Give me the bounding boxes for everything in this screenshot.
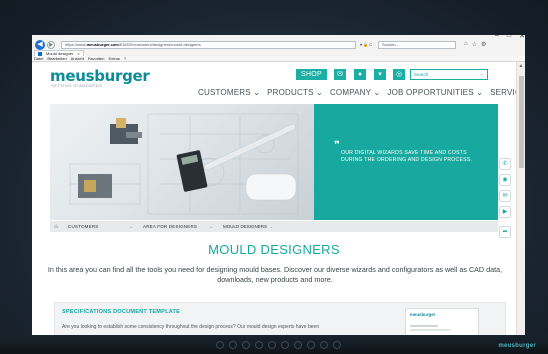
home-icon[interactable]: ⌂ (50, 224, 62, 230)
url-input[interactable]: https://www.meusburger.com/EN/DE/custome… (61, 40, 356, 49)
monitor-button-row (216, 341, 341, 349)
newsletter-button[interactable]: ✉ (499, 190, 511, 202)
site-search-input[interactable]: Search ⌄ (410, 69, 488, 80)
account-button[interactable]: ● (354, 69, 366, 80)
phone-button[interactable]: ✆ (499, 158, 511, 170)
monitor-brand-logo: meusburger (498, 343, 536, 349)
shop-button[interactable]: SHOP (296, 69, 327, 80)
url-controls[interactable]: ▾ 🔒 C (360, 42, 378, 47)
menu-file[interactable]: Datei (34, 56, 43, 61)
browser-search-input[interactable]: Suchen... (378, 40, 456, 49)
chevron-down-icon: ⌄ (479, 71, 484, 77)
favicon-icon (38, 51, 42, 56)
nav-customers[interactable]: CUSTOMERS ⌄ (198, 88, 260, 97)
gear-icon[interactable]: ⚙ (481, 41, 486, 48)
chevron-down-icon: ⌄ (209, 224, 213, 229)
star-icon[interactable]: ☆ (472, 41, 477, 48)
video-button[interactable]: ▶ (499, 206, 511, 218)
back-arrow-icon: ◀ (37, 40, 43, 48)
url-domain: meusburger.com (86, 41, 119, 47)
chevron-down-icon: ⌄ (269, 224, 273, 229)
menu-favorites[interactable]: Favoriten (88, 56, 105, 61)
site-search-placeholder: Search (414, 72, 429, 77)
nav-service[interactable]: SERVICE ⌄ (490, 88, 516, 97)
monitor-button (294, 341, 302, 349)
hero-quote-panel: ❞ OUR DIGITAL WIZARDS SAVE TIME AND COST… (314, 104, 498, 220)
menu-view[interactable]: Ansicht (71, 56, 84, 61)
contact-button[interactable]: ✉ (334, 69, 346, 80)
monitor-button (229, 341, 237, 349)
nav-company[interactable]: COMPANY ⌄ (330, 88, 380, 97)
nav-products[interactable]: PRODUCTS ⌄ (267, 88, 323, 97)
share-button[interactable]: ➦ (499, 226, 511, 238)
url-path: /EN/DE/customers/designers/mould-designe… (118, 41, 201, 47)
menu-edit[interactable]: Bearbeiten (47, 56, 66, 61)
web-page: meusburger SETTING STANDARDS SHOP ✉ ● ▾ … (32, 62, 516, 335)
breadcrumb: ⌂ CUSTOMERS ⌄ AREA FOR DESIGNERS ⌄ MOULD… (50, 221, 498, 232)
menu-tools[interactable]: Extras (109, 56, 120, 61)
intro-text: In this area you can find all the tools … (47, 265, 503, 284)
page-scrollbar[interactable]: ▲ (516, 62, 525, 335)
breadcrumb-label: AREA FOR DESIGNERS (143, 224, 198, 229)
breadcrumb-mould-designers[interactable]: MOULD DESIGNERS ⌄ (217, 224, 273, 229)
hero-quote-text: OUR DIGITAL WIZARDS SAVE TIME AND COSTS … (341, 150, 473, 163)
language-button[interactable]: ◎ (393, 69, 405, 80)
hero-image (50, 104, 314, 220)
card-thumbnail: meusburger (405, 308, 479, 335)
breadcrumb-customers[interactable]: CUSTOMERS ⌄ (62, 224, 137, 229)
breadcrumb-label: CUSTOMERS (68, 224, 99, 229)
scrollbar-thumb[interactable] (519, 76, 524, 168)
cart-button[interactable]: ▾ (374, 69, 386, 80)
menu-help[interactable]: ? (124, 56, 126, 61)
browser-toolbar: ⌂ ☆ ⚙ (464, 41, 486, 48)
home-icon[interactable]: ⌂ (464, 41, 468, 48)
thumbnail-line (410, 329, 450, 331)
monitor-button (242, 341, 250, 349)
card-text: Are you looking to establish some consis… (62, 324, 320, 330)
specifications-card[interactable]: SPECIFICATIONS DOCUMENT TEMPLATE Are you… (54, 302, 506, 335)
monitor-button (216, 341, 224, 349)
location-button[interactable]: ◉ (499, 174, 511, 186)
site-tagline: SETTING STANDARDS (51, 83, 103, 88)
user-icon: ● (357, 71, 363, 78)
monitor-button (333, 341, 341, 349)
url-prefix: https://www. (65, 41, 87, 47)
cart-icon: ▾ (378, 71, 382, 78)
browser-window: – □ ✕ ◀ ▶ https://www.meusburger.com/EN/… (32, 35, 525, 335)
forward-arrow-icon: ▶ (49, 41, 53, 48)
back-button[interactable]: ◀ (35, 39, 45, 50)
side-action-bar: ✆ ◉ ✉ ▶ ➦ (499, 158, 511, 238)
phone-icon: ✆ (502, 161, 508, 167)
monitor-button (268, 341, 276, 349)
quote-icon: ❞ (334, 140, 340, 151)
thumbnail-line (410, 325, 438, 327)
play-icon: ▶ (502, 209, 508, 215)
monitor-button (255, 341, 263, 349)
globe-icon: ◎ (395, 71, 403, 78)
monitor-button (307, 341, 315, 349)
technical-drawing-illustration (69, 113, 299, 215)
address-bar: ◀ ▶ https://www.meusburger.com/EN/DE/cus… (32, 39, 525, 50)
breadcrumb-area-for-designers[interactable]: AREA FOR DESIGNERS ⌄ (137, 224, 217, 229)
main-navigation: CUSTOMERS ⌄ PRODUCTS ⌄ COMPANY ⌄ JOB OPP… (198, 88, 516, 97)
share-icon: ➦ (502, 229, 508, 235)
chevron-down-icon: ⌄ (129, 224, 133, 229)
nav-job-opportunities[interactable]: JOB OPPORTUNITIES ⌄ (387, 88, 483, 97)
hero-banner: ❞ OUR DIGITAL WIZARDS SAVE TIME AND COST… (50, 104, 498, 220)
scroll-up-icon[interactable]: ▲ (517, 62, 525, 70)
location-icon: ◉ (502, 177, 508, 183)
mail-icon: ✉ (337, 71, 343, 78)
mail-icon: ✉ (502, 193, 508, 199)
monitor-button (281, 341, 289, 349)
forward-button[interactable]: ▶ (47, 40, 55, 49)
breadcrumb-label: MOULD DESIGNERS (223, 224, 268, 229)
monitor-button (320, 341, 328, 349)
page-title: MOULD DESIGNERS (208, 242, 340, 257)
thumbnail-logo: meusburger (410, 312, 436, 317)
card-title[interactable]: SPECIFICATIONS DOCUMENT TEMPLATE (62, 309, 180, 315)
